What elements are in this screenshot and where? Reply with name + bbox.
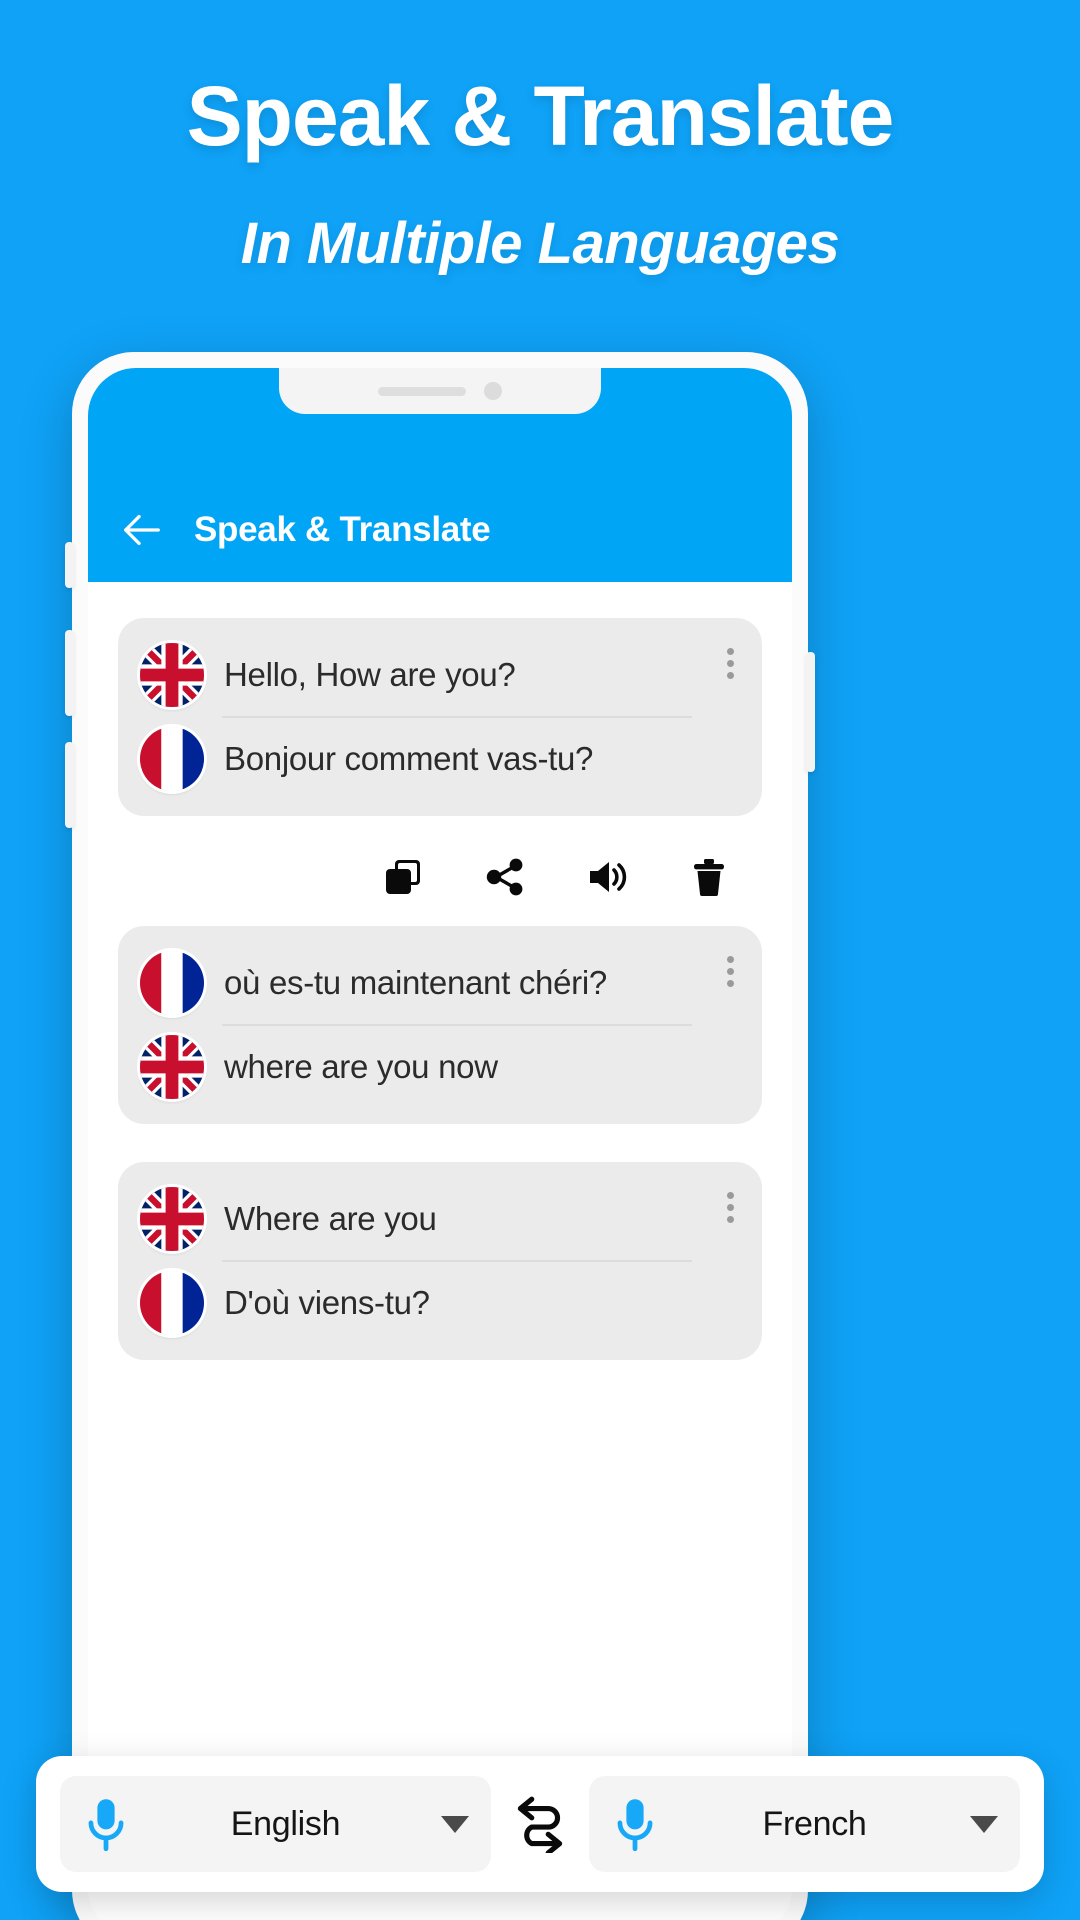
arrow-left-icon[interactable]	[118, 507, 164, 553]
source-row: Hello, How are you?	[140, 636, 748, 714]
app-bar-title: Speak & Translate	[194, 510, 491, 549]
card-divider	[222, 1260, 692, 1262]
phone-power-button	[806, 652, 815, 772]
target-text: D'où viens-tu?	[224, 1284, 430, 1322]
target-language-label: French	[762, 1804, 867, 1843]
chevron-down-icon[interactable]	[441, 1815, 469, 1833]
source-row: Where are you	[140, 1180, 748, 1258]
target-language-selector[interactable]: French	[589, 1776, 1020, 1872]
front-camera-icon	[484, 382, 502, 400]
target-text: where are you now	[224, 1048, 498, 1086]
trash-icon[interactable]	[686, 854, 732, 900]
kebab-menu-icon[interactable]	[723, 952, 738, 991]
card-divider	[222, 1024, 692, 1026]
france-flag-icon	[140, 727, 204, 791]
phone-notch	[279, 368, 601, 414]
promo-header: Speak & Translate In Multiple Languages	[0, 0, 1080, 277]
promo-title: Speak & Translate	[186, 69, 895, 163]
source-language-selector[interactable]: English	[60, 1776, 491, 1872]
target-row: D'où viens-tu?	[140, 1264, 748, 1342]
speaker-icon[interactable]	[584, 854, 630, 900]
microphone-icon[interactable]	[611, 1796, 659, 1852]
source-row: où es-tu maintenant chéri?	[140, 944, 748, 1022]
uk-flag-icon	[140, 643, 204, 707]
microphone-icon[interactable]	[82, 1796, 130, 1852]
uk-flag-icon	[140, 1187, 204, 1251]
france-flag-icon	[140, 1271, 204, 1335]
share-icon[interactable]	[482, 854, 528, 900]
chevron-down-icon[interactable]	[970, 1815, 998, 1833]
app-bar: Speak & Translate	[88, 478, 792, 582]
conversation-list[interactable]: Hello, How are you? Bonjour comment vas-…	[88, 582, 792, 1920]
conversation-card[interactable]: Hello, How are you? Bonjour comment vas-…	[118, 618, 762, 816]
target-row: Bonjour comment vas-tu?	[140, 720, 748, 798]
card-spacer	[118, 1140, 762, 1162]
source-language-label: English	[230, 1804, 341, 1843]
language-selector-bar: English French	[36, 1756, 1044, 1892]
swap-arrows-icon[interactable]	[505, 1793, 575, 1855]
target-text: Bonjour comment vas-tu?	[224, 740, 594, 778]
promo-subtitle: In Multiple Languages	[240, 211, 840, 277]
france-flag-icon	[140, 951, 204, 1015]
uk-flag-icon	[140, 1035, 204, 1099]
card-divider	[222, 716, 692, 718]
phone-screen: Speak & Translate Hello, How are you? Bo…	[88, 368, 792, 1920]
kebab-menu-icon[interactable]	[723, 644, 738, 683]
phone-volume-up-button	[65, 630, 74, 716]
kebab-menu-icon[interactable]	[723, 1188, 738, 1227]
phone-volume-down-button	[65, 742, 74, 828]
speaker-grille-icon	[378, 386, 466, 396]
conversation-card[interactable]: où es-tu maintenant chéri? where are you	[118, 926, 762, 1124]
conversation-card[interactable]: Where are you D'où viens-tu?	[118, 1162, 762, 1360]
target-row: where are you now	[140, 1028, 748, 1106]
card-action-bar	[118, 832, 762, 926]
source-text: où es-tu maintenant chéri?	[224, 964, 607, 1002]
phone-silent-switch	[65, 542, 74, 588]
copy-icon[interactable]	[380, 854, 426, 900]
source-text: Hello, How are you?	[224, 656, 516, 694]
source-text: Where are you	[224, 1200, 437, 1238]
phone-mockup: Speak & Translate Hello, How are you? Bo…	[65, 352, 815, 1920]
